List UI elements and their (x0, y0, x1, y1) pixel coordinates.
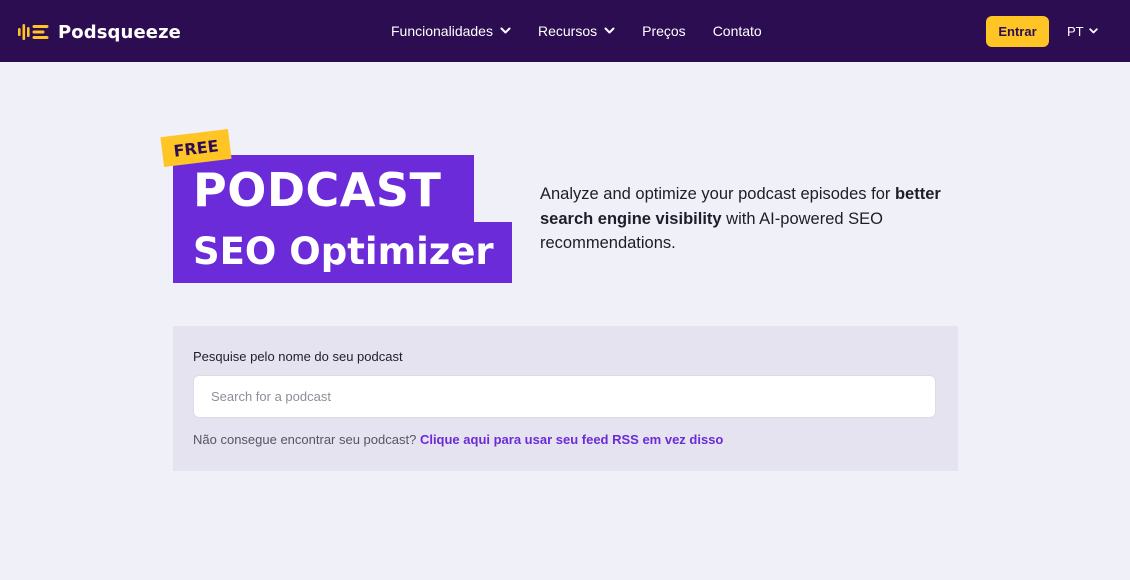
nav-item-funcionalidades[interactable]: Funcionalidades (391, 23, 511, 39)
nav-item-label: Preços (642, 23, 686, 39)
search-label: Pesquise pelo nome do seu podcast (193, 349, 403, 364)
rss-help-prefix: Não consegue encontrar seu podcast? (193, 432, 420, 447)
podsqueeze-logo-icon (18, 24, 49, 40)
language-label: PT (1067, 23, 1084, 39)
nav-item-label: Contato (712, 23, 762, 39)
brand-name: Podsqueeze (58, 21, 181, 43)
nav-item-precos[interactable]: Preços (642, 23, 686, 39)
nav-item-label: Recursos (537, 23, 598, 39)
chevron-down-icon (500, 27, 511, 34)
nav-item-recursos[interactable]: Recursos (538, 23, 615, 39)
language-selector[interactable]: PT (1067, 22, 1098, 40)
search-panel: Pesquise pelo nome do seu podcast Não co… (173, 326, 958, 471)
login-button[interactable]: Entrar (986, 16, 1049, 47)
chevron-down-icon (604, 27, 615, 34)
top-navbar: Podsqueeze Funcionalidades Recursos Preç… (0, 0, 1130, 62)
rss-feed-link[interactable]: Clique aqui para usar seu feed RSS em ve… (420, 432, 723, 447)
page-title-line2: SEO Optimizer (193, 230, 494, 273)
page-title-line1: PODCAST (193, 163, 442, 217)
logo[interactable]: Podsqueeze (18, 20, 181, 44)
rss-help-text: Não consegue encontrar seu podcast? Cliq… (193, 432, 723, 447)
chevron-down-icon (1088, 27, 1098, 33)
nav-item-label: Funcionalidades (391, 23, 493, 39)
main-nav: Funcionalidades Recursos Preços Contato (391, 0, 789, 62)
nav-item-contato[interactable]: Contato (713, 23, 762, 39)
hero-description-part1: Analyze and optimize your podcast episod… (540, 185, 895, 203)
search-input[interactable] (193, 375, 936, 418)
hero-description: Analyze and optimize your podcast episod… (540, 182, 970, 256)
